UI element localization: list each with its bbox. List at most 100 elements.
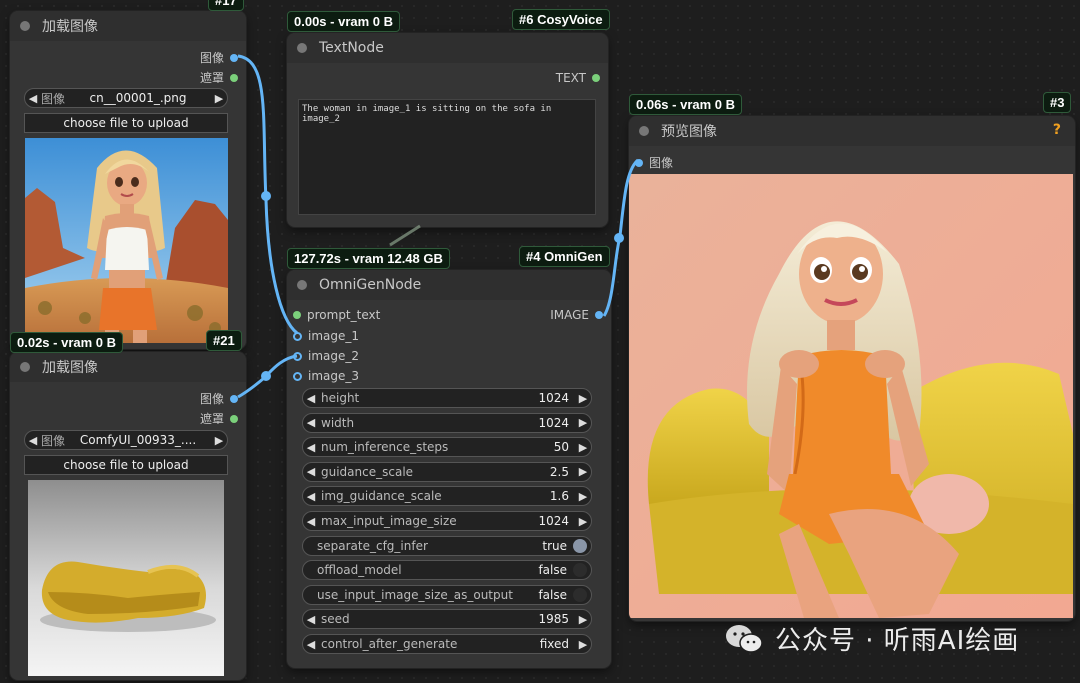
omnigen-node[interactable]: OmniGenNode prompt_text image_1 image_2 … xyxy=(287,270,611,668)
output-mask-row: 遮罩 xyxy=(200,69,238,86)
input-label: image_3 xyxy=(308,369,360,383)
arrow-right-icon[interactable]: ▶ xyxy=(575,613,591,626)
input-socket-icon[interactable] xyxy=(293,331,302,341)
girl-desert-image xyxy=(25,138,228,343)
output-socket-icon[interactable] xyxy=(230,73,238,82)
arrow-right-icon[interactable]: ▶ xyxy=(575,392,591,405)
node-id-badge: #4 OmniGen xyxy=(519,246,610,267)
toggle-knob-icon[interactable] xyxy=(573,563,587,578)
input-image2-row: image_2 xyxy=(293,349,359,363)
output-socket-icon[interactable] xyxy=(230,53,238,62)
widget-name: separate_cfg_infer xyxy=(317,538,428,553)
node-header[interactable]: OmniGenNode xyxy=(287,270,611,300)
node-title: 加载图像 xyxy=(42,360,98,376)
arrow-left-icon[interactable]: ◀ xyxy=(303,416,319,429)
arrow-left-icon[interactable]: ◀ xyxy=(303,638,319,651)
image-select[interactable]: ◀ 图像 cn__00001_.png ▶ xyxy=(24,88,228,108)
upload-button[interactable]: choose file to upload xyxy=(24,113,228,133)
widget-value: true xyxy=(542,538,567,553)
widget-height[interactable]: ◀ height 1024 ▶ xyxy=(302,388,592,408)
arrow-left-icon[interactable]: ◀ xyxy=(303,490,319,503)
arrow-left-icon[interactable]: ◀ xyxy=(303,465,319,478)
arrow-right-icon[interactable]: ▶ xyxy=(575,490,591,503)
widget-value: 50 xyxy=(553,440,569,455)
node-header[interactable]: 预览图像 ? xyxy=(629,116,1075,146)
combo-label: 图像 xyxy=(41,91,66,106)
input-socket-icon[interactable] xyxy=(293,371,302,381)
widget-seed[interactable]: ◀ seed 1985 ▶ xyxy=(302,609,592,630)
arrow-left-icon[interactable]: ◀ xyxy=(303,613,319,626)
input-socket-icon[interactable] xyxy=(293,311,301,319)
widget-name: max_input_image_size xyxy=(321,514,457,528)
collapse-dot-icon[interactable] xyxy=(297,43,307,53)
input-socket-icon[interactable] xyxy=(293,351,302,361)
image-select[interactable]: ◀ 图像 ComfyUI_00933_.... ▶ xyxy=(24,430,228,450)
output-image-row: 图像 xyxy=(200,49,238,66)
widget-img-guidance-scale[interactable]: ◀ img_guidance_scale 1.6 ▶ xyxy=(302,486,592,507)
prompt-textarea[interactable]: The woman in image_1 is sitting on the s… xyxy=(298,99,596,215)
widget-max-input-image-size[interactable]: ◀ max_input_image_size 1024 ▶ xyxy=(302,511,592,531)
widget-use-input-image-size-as-output[interactable]: use_input_image_size_as_output false xyxy=(302,584,592,605)
combo-value: ComfyUI_00933_.... xyxy=(79,433,197,447)
widget-value: false xyxy=(538,563,567,578)
widget-value: 2.5 xyxy=(549,464,569,479)
generated-image xyxy=(629,174,1073,618)
load-image-node-1[interactable]: 加载图像 图像 遮罩 ◀ 图像 cn__00001_.png ▶ choose … xyxy=(10,11,246,349)
node-id-badge: #17 xyxy=(208,0,244,11)
exec-time-badge: 0.06s - vram 0 B xyxy=(629,94,743,115)
arrow-right-icon[interactable]: ▶ xyxy=(211,92,227,105)
input-prompt-row: prompt_text xyxy=(293,308,380,322)
widget-name: seed xyxy=(321,612,350,627)
text-node[interactable]: TextNode TEXT The woman in image_1 is si… xyxy=(287,33,608,227)
arrow-left-icon[interactable]: ◀ xyxy=(25,92,41,105)
widget-width[interactable]: ◀ width 1024 ▶ xyxy=(302,412,592,433)
node-header[interactable]: 加载图像 xyxy=(10,352,246,382)
arrow-left-icon[interactable]: ◀ xyxy=(303,441,319,454)
input-image1-row: image_1 xyxy=(293,329,359,343)
node-id-badge: #21 xyxy=(206,330,242,351)
arrow-right-icon[interactable]: ▶ xyxy=(575,515,591,528)
wire-midpoint-icon xyxy=(261,371,271,381)
input-socket-icon[interactable] xyxy=(635,158,643,167)
widget-control-after-generate[interactable]: ◀ control_after_generate fixed ▶ xyxy=(302,634,592,654)
collapse-dot-icon[interactable] xyxy=(20,362,30,372)
node-title: 加载图像 xyxy=(42,19,98,35)
output-socket-icon[interactable] xyxy=(230,414,238,423)
widget-value: 1.6 xyxy=(549,489,569,504)
arrow-left-icon[interactable]: ◀ xyxy=(25,434,41,447)
arrow-right-icon[interactable]: ▶ xyxy=(575,416,591,429)
arrow-right-icon[interactable]: ▶ xyxy=(211,434,227,447)
preview-image-node[interactable]: 预览图像 ? 图像 xyxy=(629,116,1075,621)
load-image-node-2[interactable]: 加载图像 图像 遮罩 ◀ 图像 ComfyUI_00933_.... ▶ cho… xyxy=(10,352,246,680)
node-header[interactable]: 加载图像 xyxy=(10,11,246,41)
wire-midpoint-icon xyxy=(614,233,624,243)
output-socket-icon[interactable] xyxy=(595,311,603,319)
output-label: 图像 xyxy=(199,392,224,406)
widget-name: guidance_scale xyxy=(321,464,414,479)
collapse-dot-icon[interactable] xyxy=(20,21,30,31)
widget-offload-model[interactable]: offload_model false xyxy=(302,560,592,581)
help-icon[interactable]: ? xyxy=(1053,122,1061,138)
collapse-dot-icon[interactable] xyxy=(639,126,649,136)
widget-num-inference-steps[interactable]: ◀ num_inference_steps 50 ▶ xyxy=(302,437,592,458)
widget-value: 1985 xyxy=(538,612,569,627)
arrow-right-icon[interactable]: ▶ xyxy=(575,441,591,454)
arrow-left-icon[interactable]: ◀ xyxy=(303,515,319,528)
arrow-right-icon[interactable]: ▶ xyxy=(575,465,591,478)
input-label: image_2 xyxy=(308,349,360,363)
widget-separate-cfg-infer[interactable]: separate_cfg_infer true xyxy=(302,535,592,556)
output-socket-icon[interactable] xyxy=(592,74,600,82)
image-preview xyxy=(629,174,1073,618)
arrow-right-icon[interactable]: ▶ xyxy=(575,638,591,651)
input-label: 图像 xyxy=(649,156,674,170)
arrow-left-icon[interactable]: ◀ xyxy=(303,392,319,405)
toggle-knob-icon[interactable] xyxy=(573,587,587,602)
widget-guidance-scale[interactable]: ◀ guidance_scale 2.5 ▶ xyxy=(302,461,592,482)
output-socket-icon[interactable] xyxy=(230,394,238,403)
node-header[interactable]: TextNode xyxy=(287,33,608,63)
widget-name: use_input_image_size_as_output xyxy=(317,587,513,602)
node-id-badge: #3 xyxy=(1043,92,1072,113)
collapse-dot-icon[interactable] xyxy=(297,280,307,290)
upload-button[interactable]: choose file to upload xyxy=(24,455,228,475)
toggle-knob-icon[interactable] xyxy=(573,538,587,553)
